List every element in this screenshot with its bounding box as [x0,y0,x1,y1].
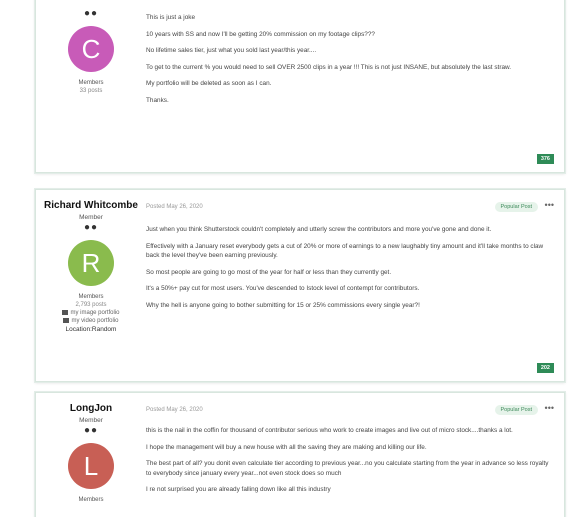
post-content: Posted May 26, 2020 Popular Post ••• thi… [146,393,554,517]
avatar[interactable]: R [68,240,114,286]
post-date[interactable]: Posted May 26, 2020 [146,407,203,413]
video-icon [63,318,70,324]
post: LongJon Member ●● L Members Posted May 2… [35,392,565,517]
paragraph: My portfolio will be deleted as soon as … [146,80,272,88]
paragraph: Thanks. [146,96,169,104]
image-portfolio-link[interactable]: my image portfolio [36,310,146,316]
member-group: Members [78,294,104,300]
post-body: This is just a joke 10 years with SS and… [146,13,554,113]
avatar[interactable]: C [68,26,114,72]
rank-pips: ●● [83,425,99,436]
paragraph: 10 years with SS and now I'll be getting… [146,30,375,38]
paragraph: I hope the management will buy a new hou… [146,443,427,451]
link-label: my video portfolio [71,318,119,325]
member-group: Members [78,497,104,503]
paragraph: Why the hell is anyone going to bother s… [146,301,420,309]
post: Richard Whitcombe Member ●● R Members 2,… [35,189,565,382]
rank-pips: ●● [83,8,99,19]
post-meta: Posted May 26, 2020 Popular Post ••• [146,403,554,417]
location: Location:Random [65,326,117,334]
rank-pips: ●● [83,222,99,233]
paragraph: This is just a joke [146,14,196,21]
more-options-icon[interactable]: ••• [545,200,554,210]
more-options-icon[interactable]: ••• [545,403,554,413]
post: ●● C Members 33 posts This is just a jok… [35,0,565,173]
post-content: This is just a joke 10 years with SS and… [146,0,554,172]
popular-post-badge: Popular Post [494,405,538,415]
paragraph: Just when you think Shutterstock couldn'… [146,226,492,233]
paragraph: It's a 50%+ pay cut for most users. You'… [146,285,420,293]
paragraph: To get to the current % you would need t… [146,63,512,71]
popular-post-badge: Popular Post [494,202,538,212]
link-label: my image portfolio [70,310,120,317]
reputation-badge[interactable]: 376 [536,154,554,164]
post-date[interactable]: Posted May 26, 2020 [146,204,203,210]
paragraph: No lifetime sales tier, just what you so… [146,47,317,55]
avatar[interactable]: L [68,443,114,489]
video-portfolio-link[interactable]: my video portfolio [36,318,146,324]
post-count: 33 posts [79,88,103,94]
paragraph: So most people are going to go most of t… [146,268,392,276]
author-name[interactable]: LongJon [36,403,146,414]
paragraph: this is the nail in the coffin for thous… [146,427,513,434]
member-group: Members [78,80,104,86]
paragraph: The best part of all? you donit even cal… [146,460,549,477]
paragraph: Effectively with a January reset everybo… [146,242,544,260]
author-panel: Richard Whitcombe Member ●● R Members 2,… [36,190,146,381]
post-body: this is the nail in the coffin for thous… [146,426,554,502]
post-count: 2,793 posts [75,302,107,308]
member-title: Member [79,214,103,221]
author-panel: ●● C Members 33 posts [36,0,146,172]
author-name[interactable]: Richard Whitcombe [36,200,146,211]
image-icon [62,310,69,315]
member-title: Member [79,417,103,424]
post-meta: Posted May 26, 2020 Popular Post ••• [146,200,554,214]
post-content: Posted May 26, 2020 Popular Post ••• Jus… [146,190,554,381]
reputation-badge[interactable]: 202 [536,363,554,373]
post-body: Just when you think Shutterstock couldn'… [146,225,554,318]
paragraph: I re not surprised you are already falli… [146,486,331,494]
author-panel: LongJon Member ●● L Members [36,393,146,517]
